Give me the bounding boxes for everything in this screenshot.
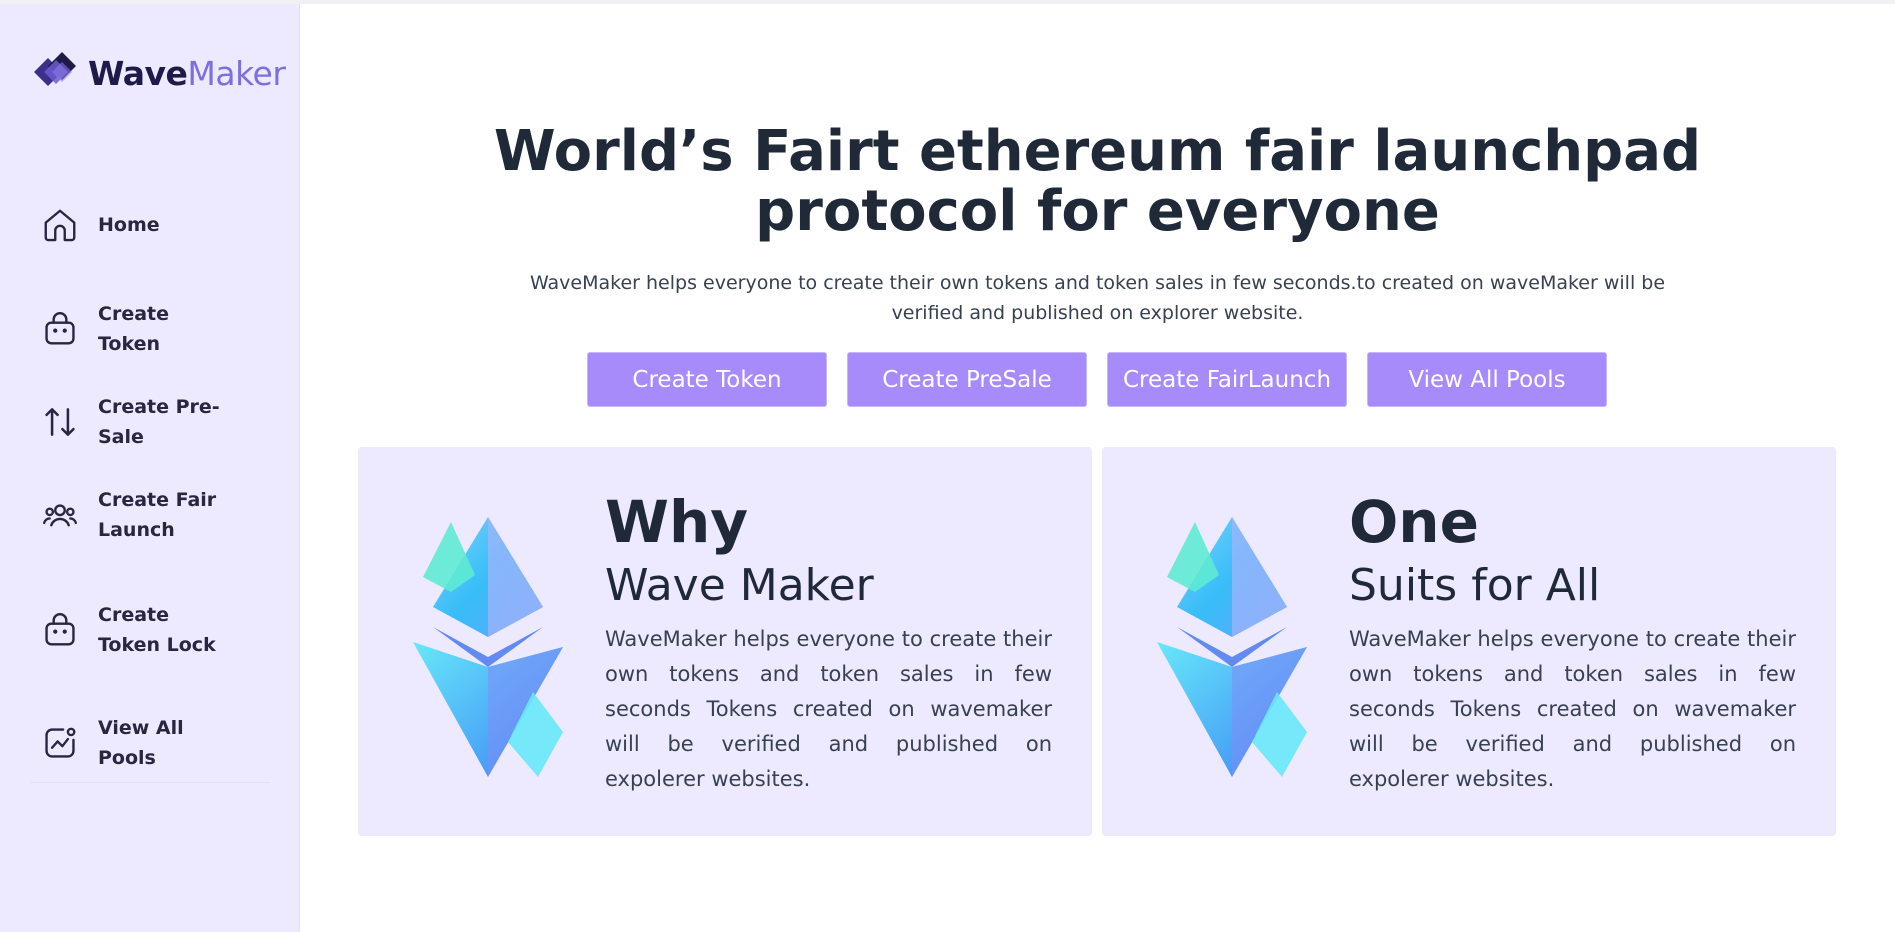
- brand-logo[interactable]: WaveMaker: [30, 52, 286, 96]
- chart-icon: [40, 723, 80, 763]
- ethereum-crystal-icon: [413, 517, 563, 777]
- card-body: WaveMaker helps everyone to create their…: [605, 627, 1052, 791]
- card-title-sub: Wave Maker: [605, 560, 874, 611]
- one-suits-for-all-card: One Suits for All WaveMaker helps everyo…: [1102, 447, 1836, 836]
- sidebar: WaveMaker Home Create Token Create Pre-S…: [0, 4, 300, 932]
- sidebar-item-label: Create Fair Launch: [98, 489, 217, 541]
- bag-icon: [40, 610, 80, 650]
- sidebar-item-create-fair-launch[interactable]: Create Fair Launch: [40, 485, 228, 545]
- sidebar-item-create-token-lock[interactable]: Create Token Lock: [40, 600, 228, 660]
- create-fairlaunch-button[interactable]: Create FairLaunch: [1107, 352, 1347, 407]
- sidebar-item-label: View All Pools: [98, 717, 184, 769]
- arrows-up-down-icon: [40, 402, 80, 442]
- sidebar-item-label: Create Token Lock: [98, 604, 216, 656]
- sidebar-item-label: Create Token: [98, 303, 169, 355]
- brand-name: WaveMaker: [88, 54, 286, 94]
- sidebar-item-label: Home: [98, 214, 160, 236]
- view-all-pools-button[interactable]: View All Pools: [1367, 352, 1607, 407]
- brand-name-part1: Wave: [88, 54, 188, 93]
- hero-title-line2: protocol for everyone: [755, 179, 1440, 244]
- home-icon: [40, 205, 80, 245]
- sidebar-divider: [30, 782, 270, 783]
- ethereum-crystal-icon: [1157, 517, 1307, 777]
- sidebar-item-create-token[interactable]: Create Token: [40, 299, 228, 359]
- why-wavemaker-card: Why Wave Maker WaveMaker helps everyone …: [358, 447, 1092, 836]
- sidebar-item-label: Create Pre-Sale: [98, 396, 220, 448]
- card-title-main: Why: [605, 488, 749, 556]
- bag-icon: [40, 309, 80, 349]
- create-presale-button[interactable]: Create PreSale: [847, 352, 1087, 407]
- create-token-button[interactable]: Create Token: [587, 352, 827, 407]
- sidebar-item-create-presale[interactable]: Create Pre-Sale: [40, 392, 228, 452]
- sidebar-item-home[interactable]: Home: [40, 205, 228, 245]
- wavemaker-logo-icon: [30, 52, 80, 96]
- brand-name-part2: Maker: [187, 54, 286, 93]
- card-body: WaveMaker helps everyone to create their…: [1349, 627, 1796, 791]
- users-icon: [40, 495, 80, 535]
- card-title-main: One: [1349, 488, 1479, 556]
- card-title-sub: Suits for All: [1349, 560, 1601, 611]
- sidebar-item-view-all-pools[interactable]: View All Pools: [40, 713, 228, 773]
- hero-title: World’s Fairt ethereum fair launchpad pr…: [360, 122, 1835, 242]
- hero-subtitle: WaveMaker helps everyone to create their…: [529, 272, 1666, 324]
- hero-title-line1: World’s Fairt ethereum fair launchpad: [493, 119, 1702, 184]
- action-buttons: Create Token Create PreSale Create FairL…: [587, 352, 1607, 407]
